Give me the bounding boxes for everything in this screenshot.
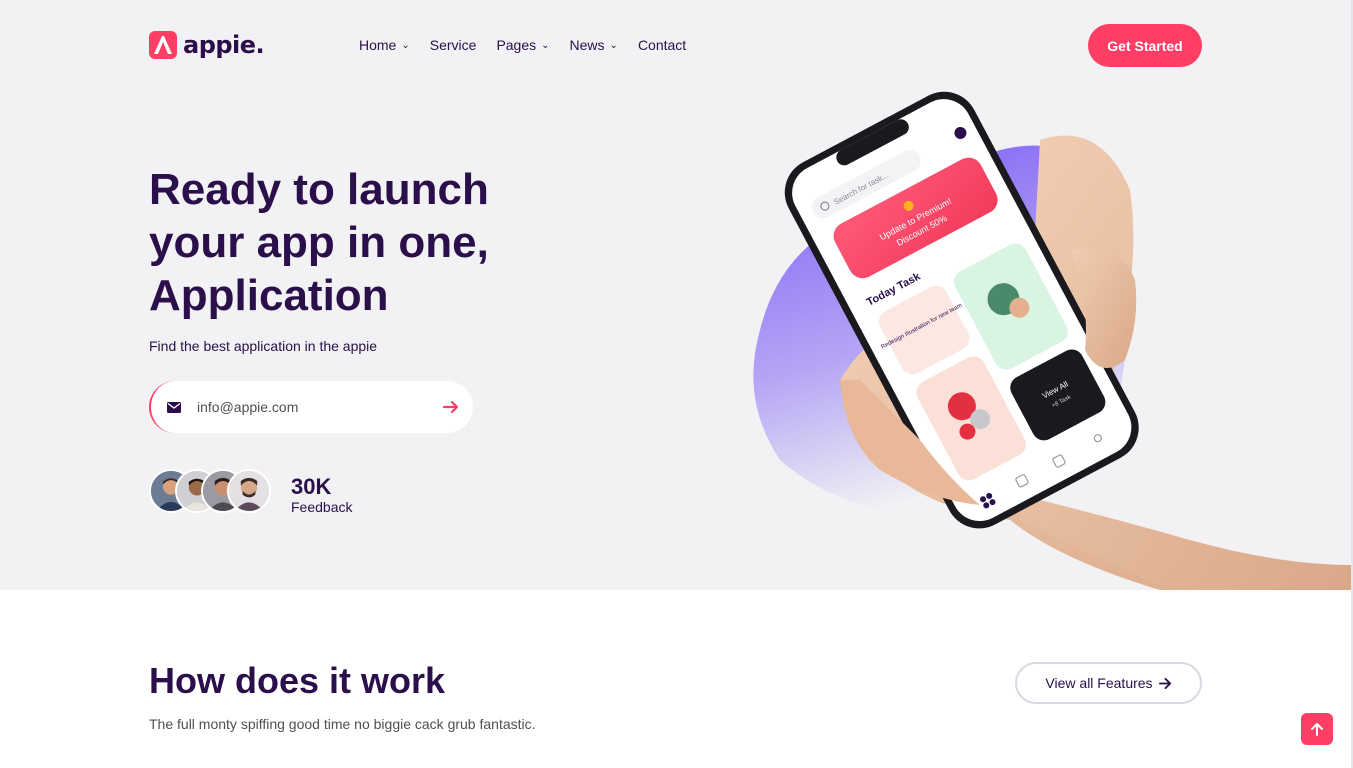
nav-item-news[interactable]: News ⌄ [570,36,618,54]
arrow-right-icon [1158,677,1171,689]
chevron-down-icon: ⌄ [609,39,618,51]
person-avatar-icon [229,471,269,511]
logo-mark-icon [149,31,177,59]
headline-line-1: Ready to launch [149,165,489,214]
main-nav: Home ⌄ Service Pages ⌄ News ⌄ Contact [359,36,706,54]
feedback-label: Feedback [291,499,353,515]
section-title: How does it work [149,660,446,701]
nav-item-label: Contact [637,37,687,53]
nav-item-pages[interactable]: Pages ⌄ [496,36,549,54]
hero-headline: Ready to launch your app in one, Applica… [149,163,489,322]
arrow-right-icon [442,400,459,414]
get-started-button[interactable]: Get Started [1088,24,1202,67]
scroll-to-top-button[interactable] [1301,713,1333,745]
headline-line-2: your app in one, [149,218,489,267]
email-form [149,381,473,433]
email-submit-button[interactable] [441,397,461,417]
avatar [227,469,271,513]
hero-section: appie. Home ⌄ Service Pages ⌄ News ⌄ Con… [0,0,1353,590]
nav-item-service[interactable]: Service [430,36,477,54]
chevron-down-icon: ⌄ [401,39,410,51]
email-input[interactable] [197,399,417,415]
arrow-up-icon [1311,723,1323,736]
headline-bold: Application [149,271,389,320]
hero-subline: Find the best application in the appie [149,338,378,354]
view-all-features-button[interactable]: View all Features [1015,662,1202,704]
logo-text: appie. [183,31,265,59]
avatar-group [149,469,271,513]
nav-item-label: News [569,37,605,53]
phone-in-hand-illustration: Search for task... Update to Premium! Di… [753,91,1353,590]
section-subtitle: The full monty spiffing good time no big… [149,716,536,732]
feedback-count: 30K [291,474,332,499]
chevron-down-icon: ⌄ [541,39,550,51]
nav-item-home[interactable]: Home ⌄ [359,36,410,54]
view-all-features-label: View all Features [1045,675,1153,691]
logo[interactable]: appie. [149,31,265,59]
nav-item-label: Home [359,37,397,53]
nav-item-contact[interactable]: Contact [638,36,686,54]
nav-item-label: Pages [496,37,537,53]
envelope-icon [167,401,181,413]
nav-item-label: Service [429,37,477,53]
